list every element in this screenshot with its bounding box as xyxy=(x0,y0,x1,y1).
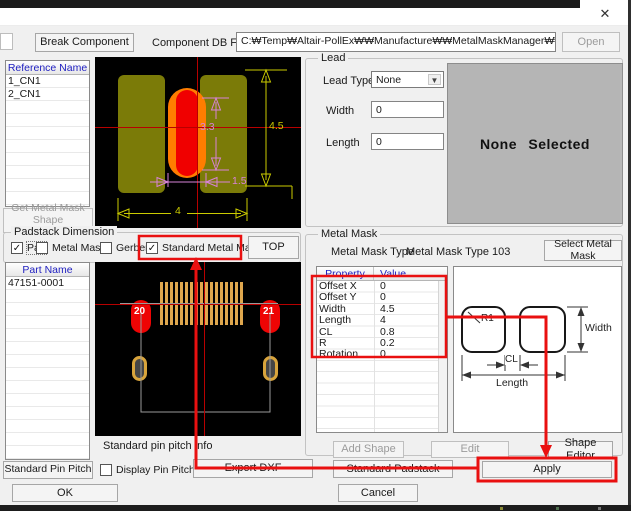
diagram-width-label: Width xyxy=(585,322,612,334)
footprint-preview: 20 21 xyxy=(95,262,301,436)
metal-mask-type-label: Metal Mask Type xyxy=(331,246,414,258)
metal-mask-checkbox-label: Metal Mask xyxy=(52,242,106,254)
metal-mask-type-value: Metal Mask Type 103 xyxy=(406,246,510,258)
cancel-button[interactable]: Cancel xyxy=(338,484,418,502)
lead-width-label: Width xyxy=(326,105,354,117)
lead-type-dropdown[interactable]: None ▼ xyxy=(371,71,444,88)
padstack-dimension-title: Padstack Dimension xyxy=(11,226,117,238)
component-db-file-label: Component DB File xyxy=(152,37,248,49)
shape-diagram-drawing xyxy=(454,267,621,432)
property-table-body[interactable]: Offset X0Offset Y0Width4.5Length4CL0.8R0… xyxy=(317,281,438,432)
value-cell: 0 xyxy=(374,349,438,360)
metal-mask-checkbox[interactable]: Metal Mask xyxy=(36,241,106,255)
metal-mask-shape-diagram: R1 Width CL Length xyxy=(453,266,622,433)
part-name-list-body[interactable]: 47151-0001 xyxy=(6,277,89,459)
dim-label-4-5: 4.5 xyxy=(269,120,284,132)
property-column-header: Property xyxy=(317,267,374,280)
standard-padstack-button[interactable]: Standard Padstack xyxy=(333,460,453,478)
mask-opening-shapes xyxy=(462,307,565,352)
standard-metal-mask-checkbox-box[interactable]: ✓ xyxy=(146,242,158,254)
lead-preview-panel: None Selected xyxy=(447,63,623,224)
property-cell: Length xyxy=(317,315,374,326)
metal-mask-group: Metal Mask Metal Mask Type Metal Mask Ty… xyxy=(305,234,623,456)
value-column-header: Value xyxy=(374,267,447,280)
reference-list-item[interactable]: 2_CN1 xyxy=(6,88,89,101)
diagram-r1-label: R1 xyxy=(481,313,494,324)
edit-button[interactable]: Edit xyxy=(431,441,509,458)
yellow-dimension-lines xyxy=(118,70,292,221)
component-pad-preview: 3.3 4.5 1.5 4 xyxy=(95,57,301,228)
lead-type-value: None xyxy=(376,74,401,86)
property-cell: Rotation xyxy=(317,349,374,360)
ok-button[interactable]: OK xyxy=(12,484,118,502)
lead-width-input[interactable]: 0 xyxy=(371,101,444,118)
break-component-button[interactable]: Break Component xyxy=(35,33,134,52)
add-shape-button[interactable]: Add Shape xyxy=(333,441,404,458)
property-table-scrollbar[interactable] xyxy=(438,281,447,432)
lead-length-input[interactable]: 0 xyxy=(371,133,444,150)
pad-21-label: 21 xyxy=(263,306,274,317)
property-table-header: Property Value xyxy=(317,267,447,281)
export-dxf-button[interactable]: Export DXF xyxy=(193,459,313,478)
get-metal-mask-shape-line1: Get Metal Mask Shape xyxy=(4,203,92,226)
standard-metal-mask-checkbox[interactable]: ✓ Standard Metal Mask xyxy=(146,241,261,255)
gerber-checkbox-label: Gerber xyxy=(116,242,149,254)
bottom-preview-overlay xyxy=(95,262,301,436)
component-outline xyxy=(120,304,278,413)
standard-pin-pitch-button[interactable]: Standard Pin Pitch xyxy=(3,461,93,479)
part-name-list[interactable]: Part Name 47151-0001 xyxy=(5,262,90,460)
metal-mask-manager-dialog: ✕ Break Component Component DB File C:₩T… xyxy=(0,0,631,511)
dim-label-4: 4 xyxy=(175,205,181,217)
background-app-bottom-edge xyxy=(0,505,631,511)
metal-mask-checkbox-box[interactable] xyxy=(36,242,48,254)
pink-dimension-lines xyxy=(150,98,230,187)
display-pin-pitch-checkbox[interactable]: Display Pin Pitch xyxy=(100,463,195,477)
gerber-checkbox-box[interactable] xyxy=(100,242,112,254)
crosshair-lines xyxy=(95,57,301,228)
part-list-item[interactable]: 47151-0001 xyxy=(6,277,89,290)
property-table-row[interactable]: Rotation0 xyxy=(317,349,438,360)
standard-pin-pitch-info-label: Standard pin pitch info xyxy=(103,440,212,452)
lead-type-label: Lead Type xyxy=(323,75,374,87)
diagram-length-label: Length xyxy=(496,377,528,389)
apply-button[interactable]: Apply xyxy=(482,461,612,478)
lead-group-title: Lead xyxy=(318,52,348,64)
gerber-checkbox[interactable]: Gerber xyxy=(100,241,149,255)
value-cell: 4 xyxy=(374,315,438,326)
column-divider xyxy=(374,281,375,432)
lead-preview-text: None Selected xyxy=(480,136,590,152)
property-table[interactable]: Property Value Offset X0Offset Y0Width4.… xyxy=(316,266,448,433)
standard-metal-mask-checkbox-label: Standard Metal Mask xyxy=(162,242,261,254)
close-icon[interactable]: ✕ xyxy=(596,6,614,22)
top-preview-overlay xyxy=(95,57,301,228)
select-metal-mask-button[interactable]: Select Metal Mask xyxy=(544,240,622,261)
metal-mask-group-title: Metal Mask xyxy=(318,228,380,240)
shape-editor-button[interactable]: Shape Editor xyxy=(548,441,613,458)
reference-name-list-body[interactable]: 1_CN12_CN1 xyxy=(6,75,89,206)
dim-label-3-3: 3.3 xyxy=(200,121,215,133)
pad-checkbox-box[interactable]: ✓ xyxy=(11,242,23,254)
reference-name-list[interactable]: Reference Name 1_CN12_CN1 xyxy=(5,60,90,207)
component-db-file-path[interactable]: C:₩Temp₩Altair-PollEx₩₩Manufacture₩₩Meta… xyxy=(236,32,556,52)
lead-length-label: Length xyxy=(326,137,360,149)
open-button[interactable]: Open xyxy=(562,32,620,52)
property-table-row[interactable]: Length4 xyxy=(317,315,438,326)
reference-name-header: Reference Name xyxy=(6,61,89,75)
clipped-edge-control xyxy=(0,33,13,50)
display-pin-pitch-checkbox-label: Display Pin Pitch xyxy=(116,464,195,476)
reference-list-item[interactable]: 1_CN1 xyxy=(6,75,89,88)
top-view-button[interactable]: TOP xyxy=(248,236,299,259)
chevron-down-icon[interactable]: ▼ xyxy=(428,74,441,85)
dim-label-1-5: 1.5 xyxy=(232,175,247,187)
lead-group: Lead Lead Type None ▼ Width 0 Length 0 N… xyxy=(305,58,623,227)
display-pin-pitch-checkbox-box[interactable] xyxy=(100,464,112,476)
background-app-strip xyxy=(0,0,580,8)
diagram-cl-label: CL xyxy=(505,354,518,365)
property-table-row[interactable]: CL0.8 xyxy=(317,327,438,338)
part-name-header: Part Name xyxy=(6,263,89,277)
pad-20-label: 20 xyxy=(134,306,145,317)
